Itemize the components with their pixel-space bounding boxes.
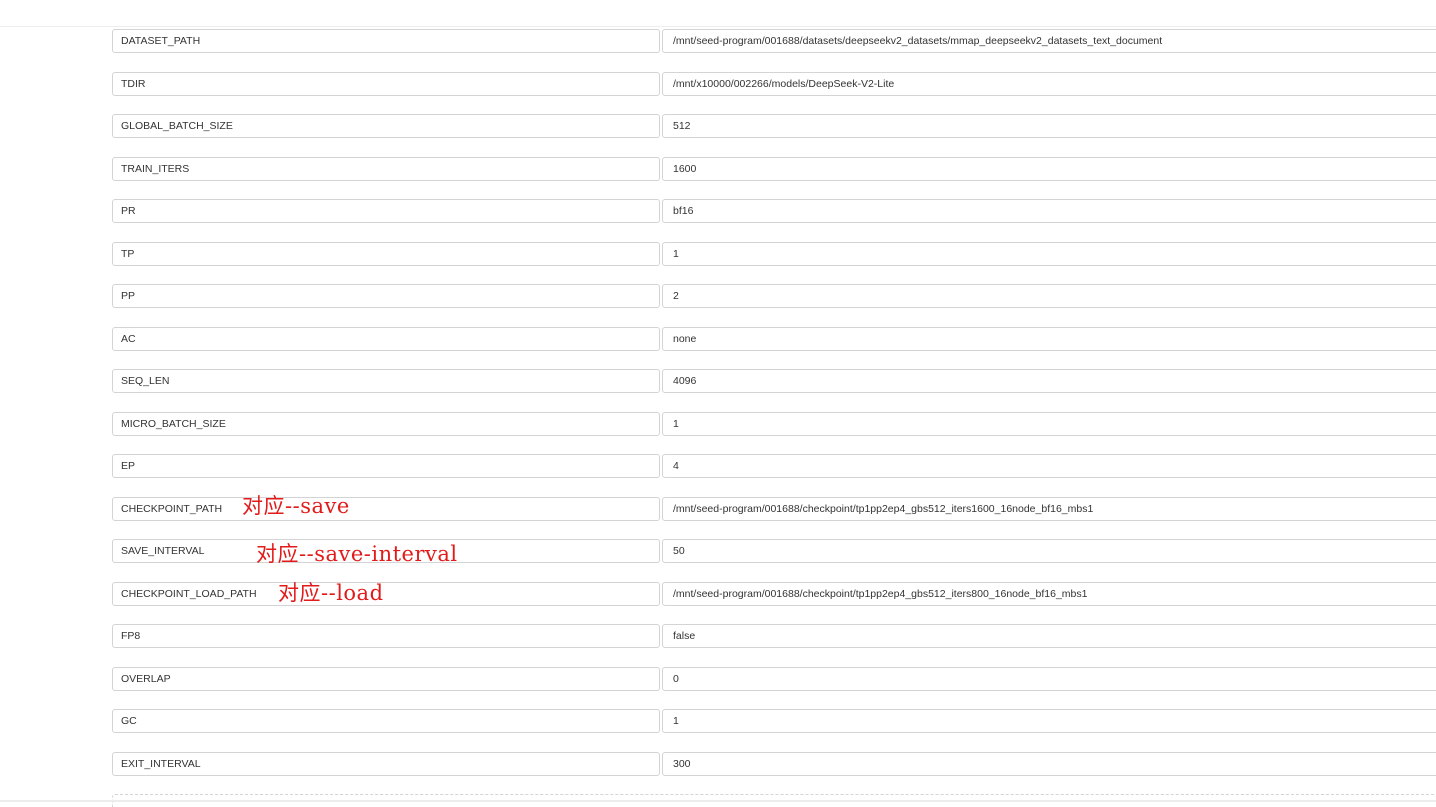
- param-value-text: 2: [673, 290, 679, 302]
- param-key-text: SAVE_INTERVAL: [121, 545, 205, 557]
- param-value-field[interactable]: [662, 114, 1436, 138]
- param-key-text: OVERLAP: [121, 673, 171, 685]
- param-key-text: CHECKPOINT_LOAD_PATH: [121, 588, 257, 600]
- param-row-seq-len: SEQ_LEN 4096: [112, 369, 1436, 393]
- parameter-table: DATASET_PATH /mnt/seed-program/001688/da…: [0, 0, 1436, 802]
- param-value-field[interactable]: [662, 284, 1436, 308]
- param-key-text: GC: [121, 715, 137, 727]
- param-row-tp: TP 1: [112, 242, 1436, 266]
- param-key-field[interactable]: [112, 667, 660, 691]
- param-value-text: 0: [673, 673, 679, 685]
- param-value-text: 4096: [673, 375, 697, 387]
- param-value-text: 4: [673, 460, 679, 472]
- param-value-text: 1: [673, 248, 679, 260]
- param-row-micro-batch-size: MICRO_BATCH_SIZE 1: [112, 412, 1436, 436]
- annotation-save-interval: 对应--save-interval: [256, 542, 458, 566]
- param-key-field[interactable]: [112, 199, 660, 223]
- param-key-text: DATASET_PATH: [121, 35, 201, 47]
- param-value-field[interactable]: [662, 199, 1436, 223]
- param-value-text: none: [673, 333, 697, 345]
- param-value-field[interactable]: [662, 539, 1436, 563]
- param-key-text: MICRO_BATCH_SIZE: [121, 418, 226, 430]
- param-value-text: 512: [673, 120, 691, 132]
- param-key-text: SEQ_LEN: [121, 375, 170, 387]
- param-key-text: EP: [121, 460, 136, 472]
- param-value-text: 1: [673, 418, 679, 430]
- param-key-field[interactable]: [112, 369, 660, 393]
- param-value-text: false: [673, 630, 696, 642]
- param-key-field[interactable]: [112, 72, 660, 96]
- param-row-tdir: TDIR /mnt/x10000/002266/models/DeepSeek-…: [112, 72, 1436, 96]
- param-row-fp8: FP8 false: [112, 624, 1436, 648]
- param-row-train-iters: TRAIN_ITERS 1600: [112, 157, 1436, 181]
- param-key-text: TRAIN_ITERS: [121, 163, 190, 175]
- param-value-text: 1: [673, 715, 679, 727]
- param-key-field[interactable]: [112, 454, 660, 478]
- param-value-text: 1600: [673, 163, 697, 175]
- param-row-ac: AC none: [112, 327, 1436, 351]
- param-key-text: TDIR: [121, 78, 146, 90]
- param-key-field[interactable]: [112, 327, 660, 351]
- param-key-text: EXIT_INTERVAL: [121, 758, 201, 770]
- param-value-field[interactable]: [662, 709, 1436, 733]
- param-key-field[interactable]: [112, 284, 660, 308]
- param-key-field[interactable]: [112, 624, 660, 648]
- param-value-field[interactable]: [662, 454, 1436, 478]
- param-value-field[interactable]: [662, 412, 1436, 436]
- param-key-text: PR: [121, 205, 136, 217]
- param-value-field[interactable]: [662, 242, 1436, 266]
- param-row-overlap: OVERLAP 0: [112, 667, 1436, 691]
- param-key-text: GLOBAL_BATCH_SIZE: [121, 120, 233, 132]
- param-row-pr: PR bf16: [112, 199, 1436, 223]
- param-value-field[interactable]: [662, 624, 1436, 648]
- param-value-text: bf16: [673, 205, 694, 217]
- param-value-text: /mnt/x10000/002266/models/DeepSeek-V2-Li…: [673, 78, 895, 90]
- param-row-pp: PP 2: [112, 284, 1436, 308]
- param-value-text: /mnt/seed-program/001688/checkpoint/tp1p…: [673, 503, 1094, 515]
- param-key-text: CHECKPOINT_PATH: [121, 503, 223, 515]
- param-value-field[interactable]: [662, 327, 1436, 351]
- param-row-ep: EP 4: [112, 454, 1436, 478]
- param-value-field[interactable]: [662, 157, 1436, 181]
- param-value-text: /mnt/seed-program/001688/checkpoint/tp1p…: [673, 588, 1088, 600]
- param-value-field[interactable]: [662, 667, 1436, 691]
- param-key-field[interactable]: [112, 709, 660, 733]
- param-row-gc: GC 1: [112, 709, 1436, 733]
- param-value-text: 300: [673, 758, 691, 770]
- param-key-field[interactable]: [112, 157, 660, 181]
- param-value-field[interactable]: [662, 369, 1436, 393]
- param-key-text: AC: [121, 333, 136, 345]
- param-key-text: PP: [121, 290, 136, 302]
- param-value-text: 50: [673, 545, 685, 557]
- annotation-load: 对应--load: [278, 581, 384, 605]
- param-value-field[interactable]: [662, 752, 1436, 776]
- param-value-text: /mnt/seed-program/001688/datasets/deepse…: [673, 35, 1163, 47]
- param-key-text: TP: [121, 248, 135, 260]
- param-key-field[interactable]: [112, 242, 660, 266]
- param-key-text: FP8: [121, 630, 141, 642]
- annotation-save: 对应--save: [242, 494, 350, 518]
- param-row-global-batch-size: GLOBAL_BATCH_SIZE 512: [112, 114, 1436, 138]
- param-row-dataset-path: DATASET_PATH /mnt/seed-program/001688/da…: [112, 29, 1436, 53]
- param-row-exit-interval: EXIT_INTERVAL 300: [112, 752, 1436, 776]
